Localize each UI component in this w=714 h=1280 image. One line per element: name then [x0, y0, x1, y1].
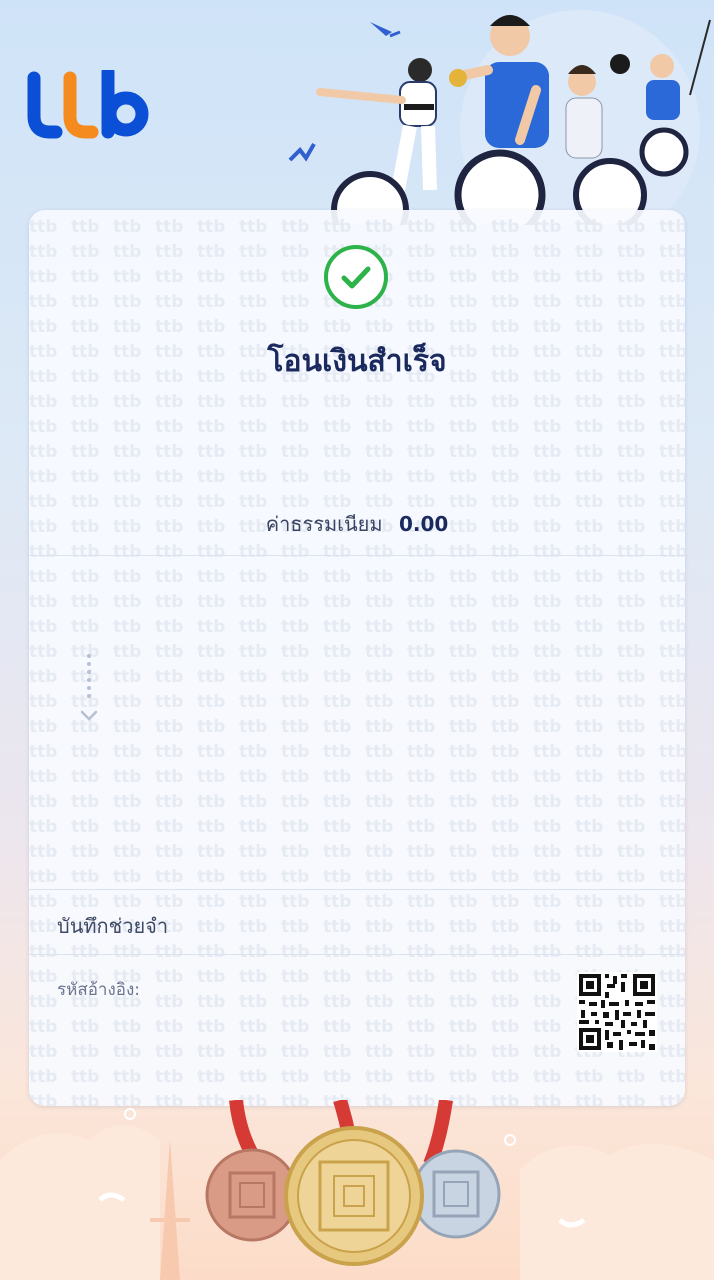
transfer-receipt-card: ttb โอนเงินสำเร็จ ค่าธรรมเนียม 0.00 บันท… [29, 210, 685, 1106]
fee-value: 0.00 [398, 512, 449, 536]
transfer-success-title: โอนเงินสำเร็จ [267, 344, 447, 379]
qr-code-icon[interactable] [577, 972, 657, 1052]
memo-label: บันทึกช่วยจำ [57, 914, 169, 938]
reference-label: รหัสอ้างอิง: [57, 980, 141, 1000]
medals-illustration [0, 1100, 714, 1280]
fee-row: ค่าธรรมเนียม 0.00 [29, 508, 685, 540]
fee-label: ค่าธรรมเนียม [265, 512, 383, 536]
divider [29, 954, 685, 955]
chevron-down-icon[interactable] [77, 650, 101, 730]
divider [29, 889, 685, 890]
divider [29, 555, 685, 556]
check-circle-icon [324, 245, 388, 309]
hero-banner [0, 0, 714, 230]
ttb-logo [27, 70, 149, 139]
athletes-illustration [288, 10, 711, 225]
